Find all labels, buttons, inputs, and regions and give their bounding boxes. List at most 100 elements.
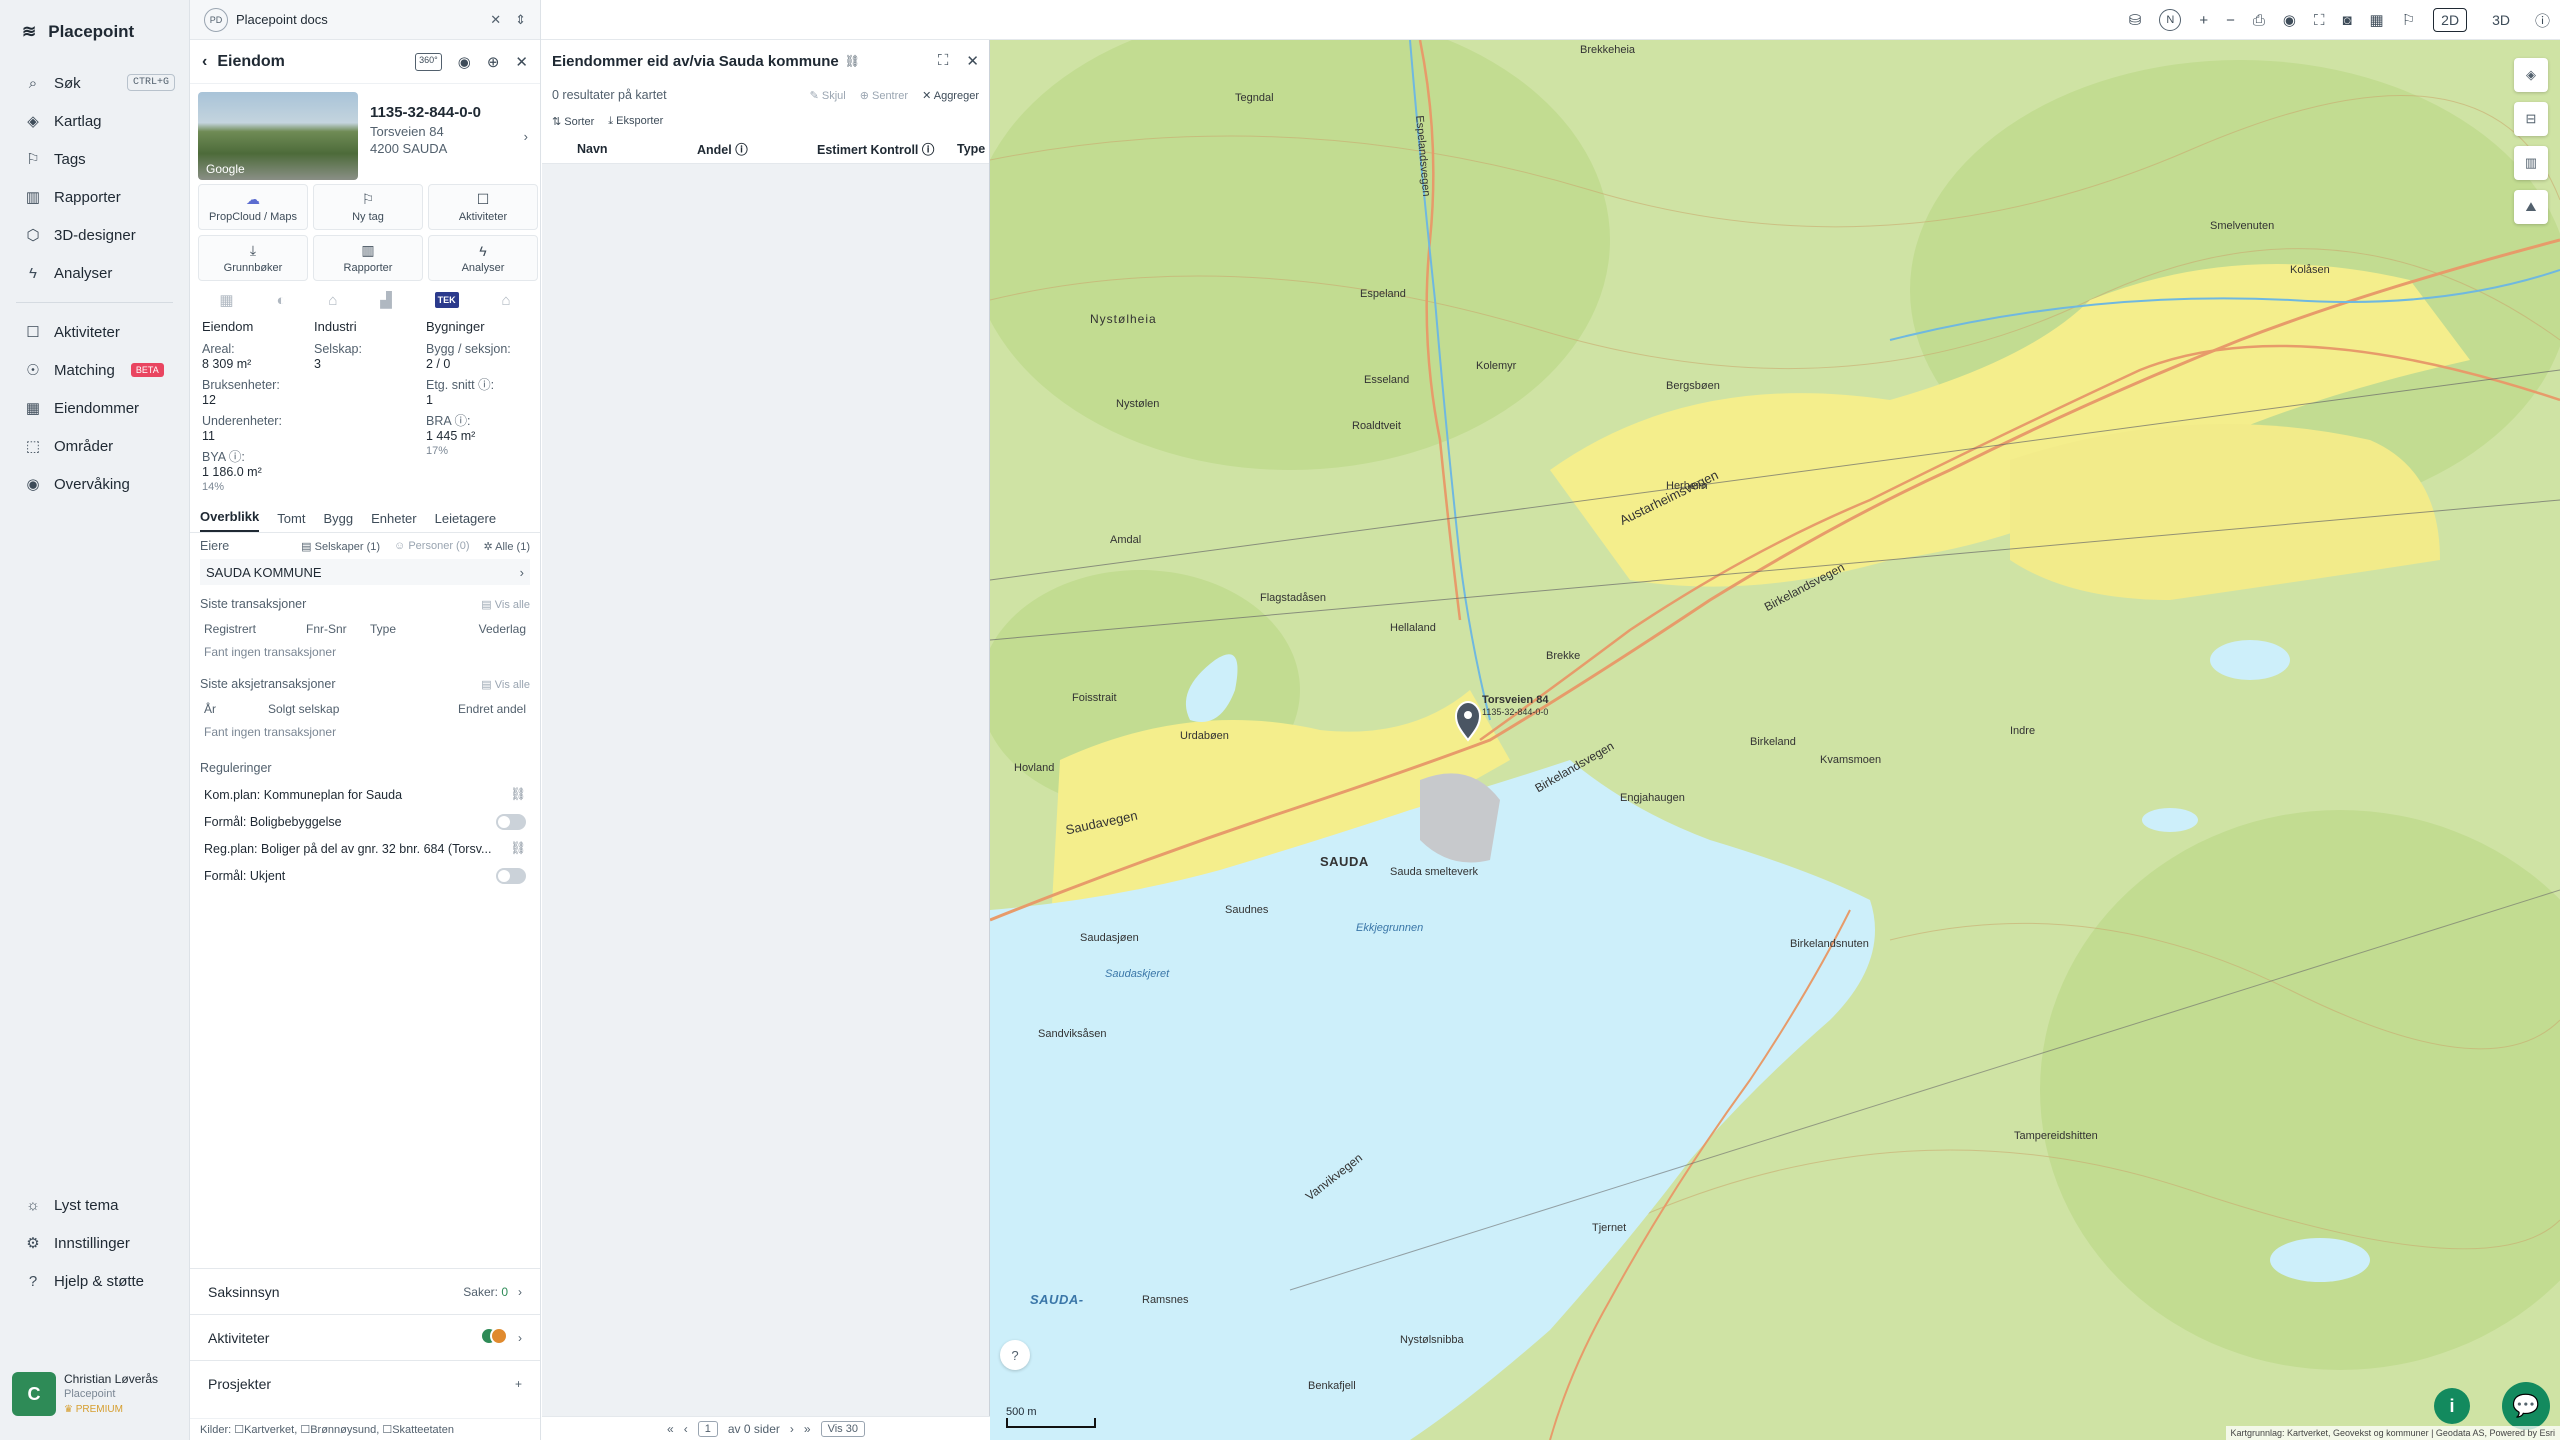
next-page-icon[interactable]: › <box>790 1422 794 1436</box>
nav-item-theme[interactable]: ☼ Lyst tema <box>0 1186 190 1224</box>
zoom-out-icon[interactable]: − <box>2226 12 2235 29</box>
tab-tomt[interactable]: Tomt <box>277 511 305 532</box>
chevron-right-icon[interactable]: › <box>524 128 528 145</box>
mode-2d-button[interactable]: 2D <box>2433 8 2468 32</box>
close-icon[interactable]: ✕ <box>515 53 528 71</box>
street-view-thumbnail[interactable]: Google <box>198 92 358 180</box>
activities-button[interactable]: ☐ Aktiviteter <box>428 184 538 230</box>
activities-accordion[interactable]: Aktiviteter › <box>190 1314 540 1360</box>
saksinnsyn-accordion[interactable]: Saksinnsyn Saker: 0 › <box>190 1268 540 1314</box>
grid-icon[interactable]: ▦ <box>2370 11 2384 29</box>
house-icon[interactable]: ⌂ <box>502 292 511 309</box>
chat-support-button[interactable]: 💬 <box>2502 1382 2550 1430</box>
tab-overblikk[interactable]: Overblikk <box>200 509 260 532</box>
owner-row[interactable]: SAUDA KOMMUNE › <box>200 559 530 585</box>
buildings-icon[interactable]: ▟ <box>380 291 392 309</box>
map-layers-button[interactable]: ◈ <box>2514 58 2548 92</box>
fullscreen-icon[interactable]: ⛶ <box>938 52 949 70</box>
column-header[interactable]: Type <box>957 142 985 156</box>
page-select[interactable]: 1 <box>697 1420 718 1437</box>
fullscreen-icon[interactable]: ⛶ <box>2314 12 2325 29</box>
link-icon[interactable]: ⛓ <box>845 54 860 68</box>
sort-button[interactable]: ⇅ Sorter <box>552 115 594 128</box>
zoom-in-icon[interactable]: + <box>2199 12 2208 29</box>
reports-button[interactable]: ▥ Rapporter <box>313 235 423 281</box>
print-icon[interactable]: ⎙ <box>2253 12 2265 29</box>
plus-icon[interactable]: + <box>515 1377 522 1391</box>
back-arrow-icon[interactable]: ‹ <box>202 53 207 71</box>
eye-icon[interactable]: ◉ <box>458 53 471 71</box>
info-icon[interactable]: ⓘ <box>2535 10 2550 31</box>
nav-item-kartlag[interactable]: ◈ Kartlag <box>0 102 189 140</box>
view-all-link[interactable]: ▤ Vis alle <box>481 598 530 611</box>
new-tag-button[interactable]: ⚐ Ny tag <box>313 184 423 230</box>
filter-all[interactable]: ✲ Alle (1) <box>483 540 530 553</box>
regulation-row[interactable]: Kom.plan: Kommuneplan for Sauda ⛓ <box>200 781 530 808</box>
compass-button[interactable]: N <box>2159 9 2182 31</box>
first-page-icon[interactable]: « <box>667 1422 674 1436</box>
column-header[interactable]: Andel ⓘ <box>697 139 748 158</box>
projects-accordion[interactable]: Prosjekter + <box>190 1360 540 1406</box>
map-profile-button[interactable]: ⛰ <box>2514 190 2548 224</box>
nav-item-aktiviteter[interactable]: ☐ Aktiviteter <box>0 313 189 351</box>
center-button[interactable]: ⊕ Sentrer <box>860 89 908 102</box>
export-button[interactable]: ⤓ Eksporter <box>608 115 663 128</box>
nav-item-overvaking[interactable]: ◉ Overvåking <box>0 465 189 503</box>
map-measure-button[interactable]: ⊟ <box>2514 102 2548 136</box>
factory-icon[interactable]: ⌂ <box>328 292 337 309</box>
docs-title[interactable]: Placepoint docs <box>236 12 328 27</box>
aggregate-button[interactable]: ✕ Aggreger <box>922 89 979 102</box>
analyses-button[interactable]: ϟ Analyser <box>428 235 538 281</box>
nav-item-settings[interactable]: ⚙ Innstillinger <box>0 1224 190 1262</box>
link-icon[interactable]: ⛓ <box>510 841 526 856</box>
expand-collapse-icon[interactable]: ⇕ <box>515 12 526 28</box>
user-card[interactable]: C Christian Løverås Placepoint ♛ PREMIUM <box>12 1372 180 1422</box>
visibility-toggle[interactable] <box>496 813 526 830</box>
nav-item-eiendommer[interactable]: ▦ Eiendommer <box>0 389 189 427</box>
nav-item-3d-designer[interactable]: ⬡ 3D-designer <box>0 216 189 254</box>
filter-label: Personer (0) <box>408 539 470 552</box>
nav-item-search[interactable]: ⌕ Søk CTRL+G <box>0 64 189 102</box>
page-size-select[interactable]: Vis 30 <box>820 1420 865 1437</box>
view-all-link[interactable]: ▤ Vis alle <box>481 678 530 691</box>
grunnboker-button[interactable]: ⤓ Grunnbøker <box>198 235 308 281</box>
map-chart-button[interactable]: ▥ <box>2514 146 2548 180</box>
map-canvas[interactable]: Torsveien 84 1135-32-844-0-0 SAUDA SAUDA… <box>990 40 2560 1440</box>
nav-item-analyser[interactable]: ϟ Analyser <box>0 254 189 292</box>
link-icon[interactable]: ⛓ <box>510 787 526 802</box>
visibility-toggle[interactable] <box>496 867 526 884</box>
nav-item-help[interactable]: ? Hjelp & støtte <box>0 1262 190 1300</box>
prev-page-icon[interactable]: ‹ <box>684 1422 688 1436</box>
grid-icon[interactable]: ▦ <box>219 291 233 309</box>
tab-enheter[interactable]: Enheter <box>371 511 417 532</box>
hide-button[interactable]: ✎ Skjul <box>810 89 846 102</box>
property-card[interactable]: Google 1135-32-844-0-0 Torsveien 84 4200… <box>190 84 540 180</box>
tab-leietagere[interactable]: Leietagere <box>435 511 496 532</box>
camera-icon[interactable]: ◙ <box>2342 12 2351 29</box>
nav-item-matching[interactable]: ☉ Matching BETA <box>0 351 189 389</box>
tek-button[interactable]: TEK <box>434 292 459 308</box>
last-page-icon[interactable]: » <box>804 1422 811 1436</box>
info-button[interactable]: i <box>2434 1388 2470 1424</box>
globe-icon[interactable]: ◐ <box>276 292 285 309</box>
brand[interactable]: ≋ Placepoint <box>0 0 189 64</box>
map-help-button[interactable]: ? <box>1000 1340 1030 1370</box>
filter-persons[interactable]: ☺ Personer (0) <box>394 540 469 553</box>
column-header[interactable]: Navn <box>577 142 608 156</box>
layers-stack-icon[interactable]: ⛁ <box>2129 11 2142 29</box>
eye-icon[interactable]: ◉ <box>2283 11 2296 29</box>
mode-3d-button[interactable]: 3D <box>2485 9 2517 31</box>
propcloud-button[interactable]: ☁ PropCloud / Maps <box>198 184 308 230</box>
nav-item-tags[interactable]: ⚐ Tags <box>0 140 189 178</box>
regulation-row[interactable]: Reg.plan: Boliger på del av gnr. 32 bnr.… <box>200 835 530 862</box>
close-icon[interactable]: ✕ <box>490 12 501 28</box>
filter-companies[interactable]: ▤ Selskaper (1) <box>301 540 380 553</box>
close-icon[interactable]: ✕ <box>966 52 979 70</box>
nav-item-rapporter[interactable]: ▥ Rapporter <box>0 178 189 216</box>
column-header[interactable]: Estimert Kontroll ⓘ <box>817 139 934 158</box>
bookmark-icon[interactable]: ⚐ <box>2402 11 2415 29</box>
tab-bygg[interactable]: Bygg <box>323 511 353 532</box>
view-360-button[interactable]: 360° <box>415 52 442 71</box>
target-icon[interactable]: ⊕ <box>487 53 500 71</box>
nav-item-omrader[interactable]: ⬚ Områder <box>0 427 189 465</box>
